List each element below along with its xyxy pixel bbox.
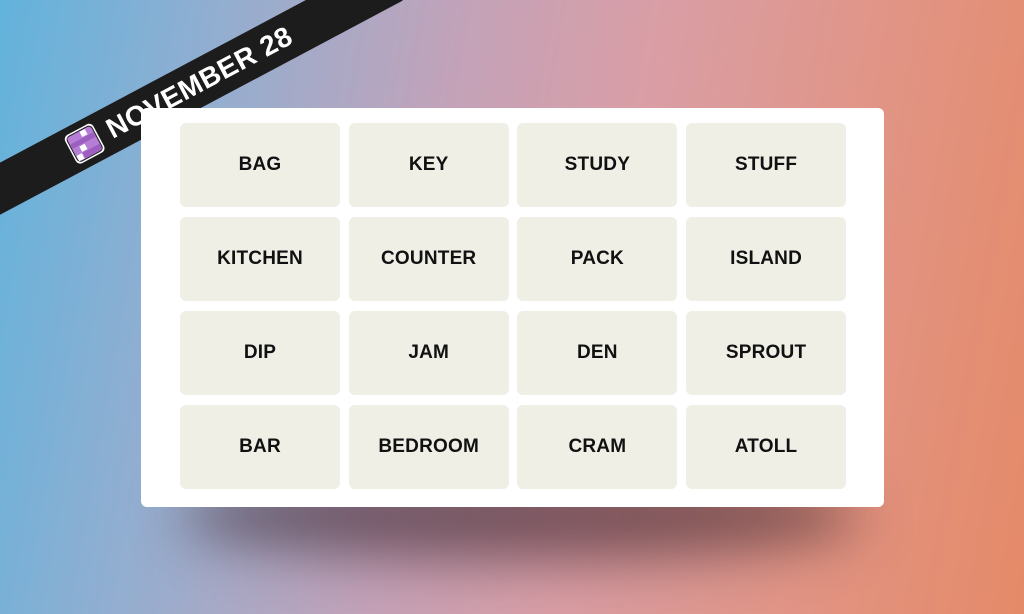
word-tile[interactable]: STUDY xyxy=(517,123,678,207)
word-tile[interactable]: CRAM xyxy=(517,405,678,489)
word-grid: BAG KEY STUDY STUFF KITCHEN COUNTER PACK… xyxy=(180,123,847,489)
word-tile[interactable]: BEDROOM xyxy=(348,405,509,489)
word-tile[interactable]: PACK xyxy=(517,217,678,301)
word-tile[interactable]: STUFF xyxy=(686,123,847,207)
word-tile[interactable]: JAM xyxy=(348,311,509,395)
puzzle-card: BAG KEY STUDY STUFF KITCHEN COUNTER PACK… xyxy=(141,108,884,507)
connections-grid-icon xyxy=(64,123,105,164)
word-tile[interactable]: DIP xyxy=(180,311,340,395)
word-tile[interactable]: BAR xyxy=(180,405,340,489)
word-tile[interactable]: KITCHEN xyxy=(180,217,340,301)
word-tile[interactable]: DEN xyxy=(517,311,678,395)
word-tile[interactable]: ATOLL xyxy=(686,405,847,489)
word-tile[interactable]: SPROUT xyxy=(686,311,847,395)
word-tile[interactable]: BAG xyxy=(180,123,340,207)
word-tile[interactable]: ISLAND xyxy=(686,217,847,301)
word-tile[interactable]: KEY xyxy=(348,123,509,207)
word-tile[interactable]: COUNTER xyxy=(348,217,509,301)
